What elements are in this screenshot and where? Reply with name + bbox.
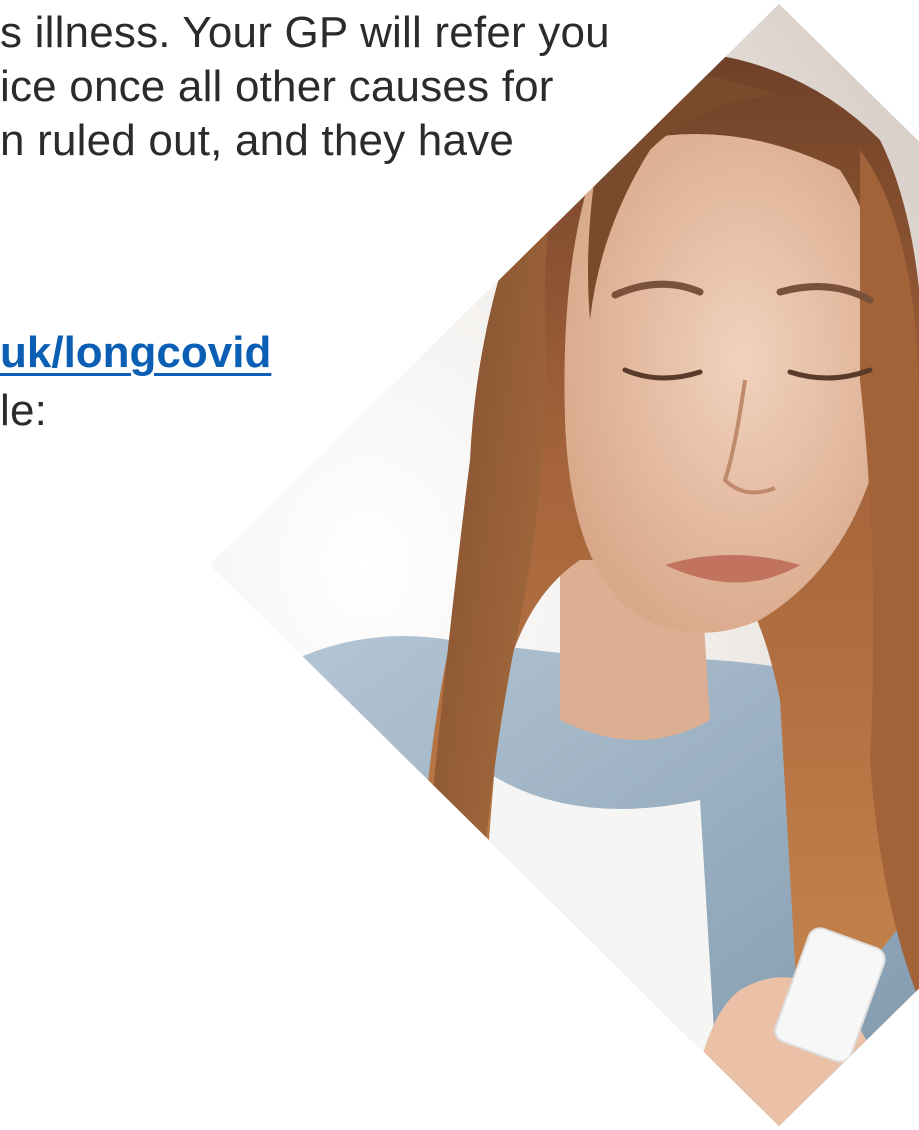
paragraph-line-2: ice once all other causes for	[0, 62, 554, 111]
page: s illness. Your GP will refer you ice on…	[0, 0, 919, 1130]
longcovid-link[interactable]: uk/longcovid	[0, 326, 271, 380]
paragraph-line-3: n ruled out, and they have	[0, 116, 515, 165]
paragraph-line-1: s illness. Your GP will refer you	[0, 8, 610, 57]
trailing-text: le:	[0, 386, 48, 435]
